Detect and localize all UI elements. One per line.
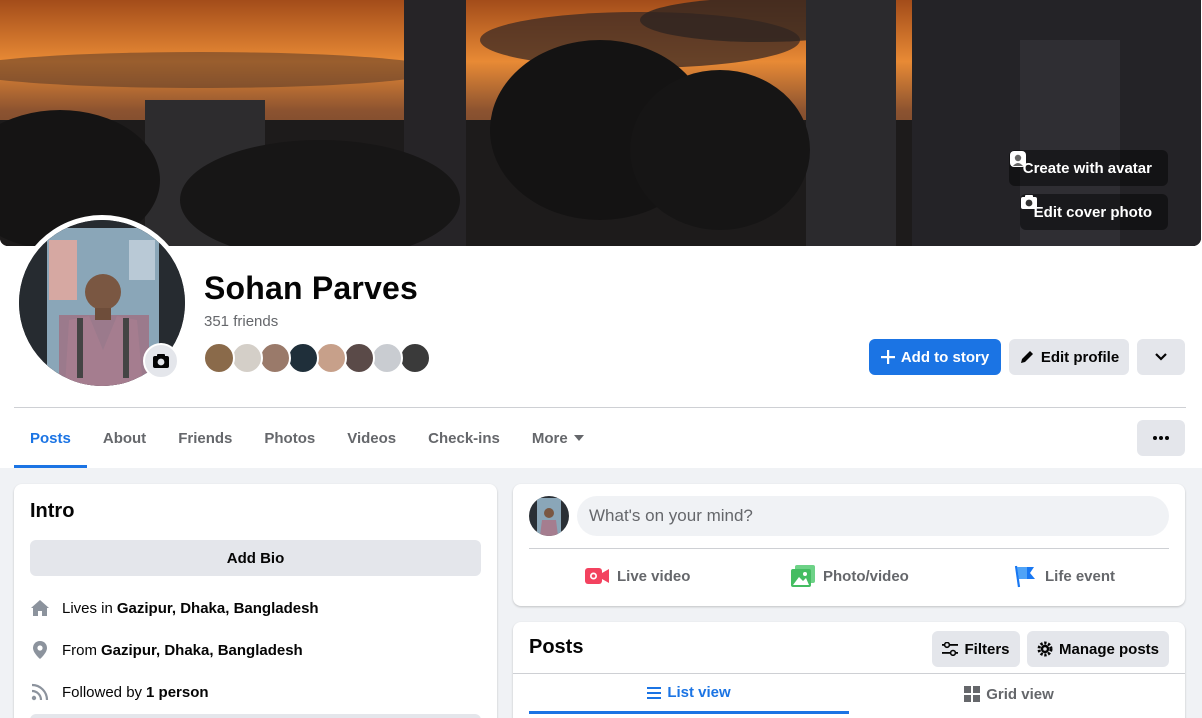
ellipsis-icon — [1153, 436, 1169, 440]
from-prefix: From — [62, 641, 97, 659]
cover-photo[interactable]: Create with avatar Edit cover photo — [0, 0, 1201, 246]
live-video-button[interactable]: Live video — [585, 560, 690, 592]
composer-divider — [529, 548, 1169, 549]
gear-icon — [1037, 641, 1053, 657]
edit-cover-photo-button[interactable]: Edit cover photo — [1019, 194, 1168, 230]
live-video-label: Live video — [617, 567, 691, 585]
manage-posts-button[interactable]: Manage posts — [1027, 631, 1169, 667]
tab-label: Photos — [264, 429, 316, 447]
plus-icon — [880, 350, 895, 364]
lives-in-prefix: Lives in — [62, 599, 113, 617]
tab-label: Friends — [178, 429, 233, 447]
friends-count-link[interactable]: 351 friends — [204, 313, 278, 330]
tab-about[interactable]: About — [87, 408, 162, 468]
tab-friends[interactable]: Friends — [162, 408, 248, 468]
friend-avatar[interactable] — [315, 342, 347, 374]
friend-avatar[interactable] — [287, 342, 319, 374]
list-view-tab[interactable]: List view — [529, 674, 849, 714]
profile-tabs: Posts About Friends Photos Videos Check-… — [14, 408, 600, 468]
edit-profile-button[interactable]: Edit profile — [1009, 339, 1129, 375]
tab-label: Posts — [30, 429, 71, 447]
home-icon — [30, 598, 50, 618]
camera-icon — [153, 354, 169, 368]
tab-label: More — [531, 429, 568, 447]
pencil-icon — [1020, 351, 1033, 363]
caret-down-icon — [573, 435, 584, 441]
photo-video-button[interactable]: Photo/video — [791, 560, 909, 592]
intro-card: Intro Add Bio Lives in Gazipur, Dhaka, B… — [14, 484, 497, 718]
tab-videos[interactable]: Videos — [331, 408, 412, 468]
followed-by-value[interactable]: 1 person — [146, 684, 209, 701]
from-value[interactable]: Gazipur, Dhaka, Bangladesh — [101, 642, 303, 659]
tab-check-ins[interactable]: Check-ins — [412, 408, 516, 468]
life-event-label: Life event — [1045, 567, 1116, 585]
composer-avatar[interactable] — [529, 496, 569, 536]
tab-more[interactable]: More — [516, 408, 600, 468]
edit-profile-label: Edit profile — [1040, 348, 1120, 366]
posts-card: Posts Filters Manage posts List view Gri… — [513, 622, 1185, 718]
intro-lives-in: Lives in Gazipur, Dhaka, Bangladesh — [30, 598, 319, 618]
friend-avatars[interactable] — [203, 342, 431, 374]
grid-view-label: Grid view — [986, 685, 1054, 703]
profile-options-dropdown-button[interactable] — [1137, 339, 1185, 375]
rss-feed-icon — [30, 682, 50, 702]
add-to-story-label: Add to story — [900, 348, 990, 366]
intro-from: From Gazipur, Dhaka, Bangladesh — [30, 640, 303, 660]
filters-button[interactable]: Filters — [932, 631, 1020, 667]
flag-icon — [1014, 565, 1035, 588]
list-view-label: List view — [667, 684, 731, 701]
grid-view-tab[interactable]: Grid view — [849, 674, 1169, 714]
avatar-icon — [1009, 151, 1026, 167]
friend-avatar[interactable] — [343, 342, 375, 374]
tab-label: Check-ins — [428, 429, 500, 447]
more-options-button[interactable] — [1137, 420, 1185, 456]
profile-name: Sohan Parves — [204, 270, 419, 306]
tab-posts[interactable]: Posts — [14, 408, 87, 468]
grid-icon — [964, 686, 981, 702]
create-with-avatar-label: Create with avatar — [1022, 159, 1152, 177]
edit-cover-photo-label: Edit cover photo — [1033, 203, 1152, 221]
whats-on-your-mind-input[interactable]: What's on your mind? — [577, 496, 1169, 536]
intro-followed-by: Followed by 1 person — [30, 682, 209, 702]
filters-label: Filters — [964, 640, 1010, 658]
life-event-button[interactable]: Life event — [1013, 560, 1115, 592]
friend-avatar[interactable] — [399, 342, 431, 374]
edit-details-button[interactable] — [30, 714, 481, 718]
friend-avatar[interactable] — [371, 342, 403, 374]
friend-avatar[interactable] — [231, 342, 263, 374]
update-profile-picture-button[interactable] — [143, 343, 179, 379]
filter-sliders-icon — [942, 642, 959, 656]
intro-title: Intro — [30, 500, 75, 522]
tab-label: Videos — [347, 429, 397, 447]
photo-video-label: Photo/video — [823, 567, 909, 585]
manage-posts-label: Manage posts — [1058, 640, 1160, 658]
friend-avatar[interactable] — [203, 342, 235, 374]
location-pin-icon — [30, 640, 50, 660]
followed-by-prefix: Followed by — [62, 683, 143, 701]
photo-icon — [791, 565, 815, 587]
add-to-story-button[interactable]: Add to story — [869, 339, 1001, 375]
add-bio-button[interactable]: Add Bio — [30, 540, 481, 576]
lives-in-value[interactable]: Gazipur, Dhaka, Bangladesh — [117, 600, 319, 617]
chevron-down-icon — [1155, 353, 1167, 361]
live-video-icon — [585, 568, 609, 584]
avatar-image — [529, 496, 569, 536]
friend-avatar[interactable] — [259, 342, 291, 374]
tab-label: About — [102, 429, 147, 447]
tab-photos[interactable]: Photos — [248, 408, 331, 468]
list-icon — [647, 686, 662, 699]
camera-icon — [1020, 195, 1037, 209]
post-composer-card: What's on your mind? Live video Photo/vi… — [513, 484, 1185, 606]
create-with-avatar-button[interactable]: Create with avatar — [1008, 150, 1168, 186]
posts-title: Posts — [529, 636, 584, 658]
